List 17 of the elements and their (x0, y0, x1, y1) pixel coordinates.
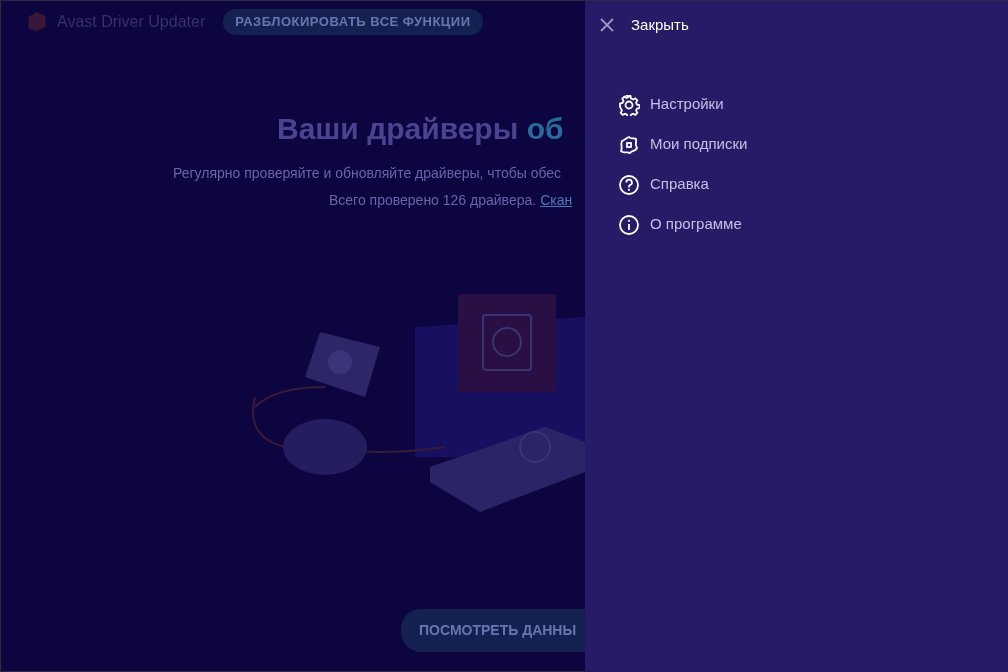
menu-item[interactable]: Настройки (618, 84, 1008, 125)
menu-item[interactable]: Мои подписки (618, 124, 1008, 165)
unlock-features-button[interactable]: РАЗБЛОКИРОВАТЬ ВСЕ ФУНКЦИИ (223, 9, 483, 35)
hero-heading: Ваши драйверы об (277, 110, 565, 147)
menu-item[interactable]: Справка (618, 164, 1008, 205)
hero-description: Регулярно проверяйте и обновляйте драйверы, чтобы обес (173, 163, 563, 183)
menu-item[interactable]: О программе (618, 204, 1008, 245)
drivers-checked-summary: Всего проверено 126 драйвера. (329, 190, 537, 210)
close-icon (599, 17, 615, 34)
scan-link[interactable]: Скан (540, 189, 573, 211)
close-menu-button[interactable]: Закрыть (599, 14, 1008, 37)
view-details-button[interactable]: ПОСМОТРЕТЬ ДАННЫ (401, 608, 585, 652)
app-logo-icon (25, 9, 49, 34)
help-icon (618, 173, 640, 196)
info-icon (618, 213, 640, 236)
gear-icon (618, 93, 640, 116)
splat-icon (618, 133, 640, 156)
